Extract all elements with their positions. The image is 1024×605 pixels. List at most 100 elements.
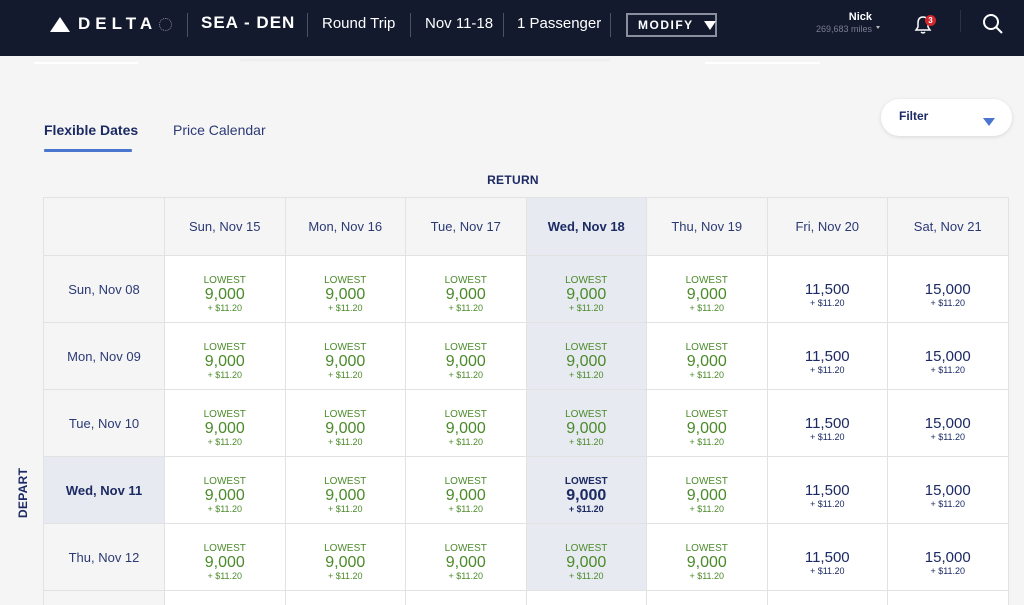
return-date-header: Sun, Nov 15 [164,197,286,256]
fare-cell[interactable]: 15,000 + $11.20 [887,456,1009,524]
fare-miles: 9,000 [204,286,245,303]
chevron-down-icon[interactable] [876,26,880,29]
grid-cell-empty [766,590,888,605]
return-axis-label: RETURN [487,173,539,187]
fare-miles: 11,500 [804,347,850,365]
tab-flexible-dates[interactable]: Flexible Dates [44,122,138,138]
fare-fee: + $11.20 [327,370,363,380]
grid-cell-empty [284,590,406,605]
fare-fee: + $11.20 [809,565,845,576]
fare-cell[interactable]: LOWEST 9,000 + $11.20 [525,389,647,457]
fare-cell[interactable]: LOWEST 9,000 + $11.20 [405,523,527,591]
lowest-fare-tag: LOWEST [444,275,487,286]
delta-logo[interactable]: DELTA [50,14,173,34]
fare-miles: 9,000 [204,420,245,437]
lowest-fare-tag: LOWEST [203,275,246,286]
fare-miles: 9,000 [566,286,607,303]
fare-cell[interactable]: LOWEST 9,000 + $11.20 [646,389,768,457]
top-nav-bar: DELTA SEA - DEN Round Trip Nov 11-18 1 P… [0,0,1024,56]
fare-miles: 9,000 [445,554,486,571]
lowest-fare-tag: LOWEST [685,476,728,487]
fare-miles: 9,000 [325,286,366,303]
grid-row: Tue, Nov 10 LOWEST 9,000 + $11.20 LOWEST 9,00… [43,389,1009,457]
fare-cell[interactable]: LOWEST 9,000 + $11.20 [646,255,768,323]
modify-search-button[interactable]: MODIFY [626,13,717,37]
fare-cell[interactable]: LOWEST 9,000 + $11.20 [284,456,406,524]
fare-cell[interactable]: 11,500 + $11.20 [766,389,888,457]
fare-miles: 9,000 [686,286,727,303]
strip-shadow [240,59,610,63]
fare-fee: + $11.20 [809,431,845,442]
grid-corner [43,197,165,256]
fare-cell[interactable]: LOWEST 9,000 + $11.20 [646,456,768,524]
fare-miles: 9,000 [566,420,607,437]
lowest-fare-tag: LOWEST [685,409,728,420]
divider [187,13,188,37]
fare-fee: + $11.20 [327,571,363,581]
fare-fee: + $11.20 [448,504,484,514]
fare-miles: 9,000 [686,420,727,437]
fare-fee: + $11.20 [327,504,363,514]
fare-cell[interactable]: 11,500 + $11.20 [766,456,888,524]
grid-cell-empty [887,590,1009,605]
lowest-fare-tag: LOWEST [324,275,367,286]
fare-cell[interactable]: LOWEST 9,000 + $11.20 [164,322,286,390]
fare-fee: + $11.20 [930,431,966,442]
fare-cell[interactable]: LOWEST 9,000 + $11.20 [646,322,768,390]
lowest-fare-tag: LOWEST [685,275,728,286]
fare-cell[interactable]: LOWEST 9,000 + $11.20 [525,322,647,390]
fare-cell[interactable]: LOWEST 9,000 + $11.20 [525,255,647,323]
fare-cell[interactable]: LOWEST 9,000 + $11.20 [646,523,768,591]
lowest-fare-tag: LOWEST [324,409,367,420]
fare-miles: 9,000 [325,487,366,504]
fare-cell[interactable]: 15,000 + $11.20 [887,389,1009,457]
fare-miles: 11,500 [804,414,850,432]
fare-cell[interactable]: LOWEST 9,000 + $11.20 [164,255,286,323]
fare-fee: + $11.20 [568,504,604,514]
divider [503,13,504,37]
divider [610,13,611,37]
fare-cell[interactable]: 15,000 + $11.20 [887,322,1009,390]
fare-cell[interactable]: LOWEST 9,000 + $11.20 [284,389,406,457]
fare-miles: 9,000 [566,487,607,504]
lowest-fare-tag: LOWEST [324,543,367,554]
fare-miles: 9,000 [445,286,486,303]
fare-cell[interactable]: LOWEST 9,000 + $11.20 [164,523,286,591]
filter-dropdown[interactable]: Filter [881,99,1012,136]
lowest-fare-tag: LOWEST [565,409,608,420]
user-account-menu[interactable]: Nick 269,683 miles [816,11,872,34]
return-date-header: Sat, Nov 21 [887,197,1009,256]
depart-date-header: Thu, Nov 12 [43,523,165,591]
fare-miles: 9,000 [204,554,245,571]
grid-cell-empty [405,590,527,605]
fare-cell[interactable]: LOWEST 9,000 + $11.20 [405,389,527,457]
depart-date-header: Sun, Nov 08 [43,255,165,323]
fare-cell[interactable]: LOWEST 9,000 + $11.20 [164,389,286,457]
fare-cell[interactable]: LOWEST 9,000 + $11.20 [284,523,406,591]
fare-cell[interactable]: 11,500 + $11.20 [766,523,888,591]
fare-cell[interactable]: LOWEST 9,000 + $11.20 [164,456,286,524]
fare-cell[interactable]: LOWEST 9,000 + $11.20 [284,322,406,390]
fare-miles: 9,000 [445,487,486,504]
fare-cell-selected[interactable]: LOWEST 9,000 + $11.20 [525,456,647,524]
fare-fee: + $11.20 [689,437,725,447]
fare-cell[interactable]: LOWEST 9,000 + $11.20 [525,523,647,591]
fare-cell[interactable]: LOWEST 9,000 + $11.20 [405,456,527,524]
depart-date-header: Tue, Nov 10 [43,389,165,457]
tab-price-calendar[interactable]: Price Calendar [173,122,266,138]
fare-cell[interactable]: LOWEST 9,000 + $11.20 [405,255,527,323]
fare-fee: + $11.20 [568,571,604,581]
fare-miles: 9,000 [566,353,607,370]
fare-cell[interactable]: LOWEST 9,000 + $11.20 [405,322,527,390]
lowest-fare-tag: LOWEST [203,409,246,420]
fare-cell[interactable]: 11,500 + $11.20 [766,255,888,323]
search-icon[interactable] [982,13,1004,35]
fare-miles: 9,000 [566,554,607,571]
fare-cell[interactable]: 11,500 + $11.20 [766,322,888,390]
return-date-header: Thu, Nov 19 [646,197,768,256]
flexible-dates-grid: Sun, Nov 15 Mon, Nov 16 Tue, Nov 17 Wed,… [43,197,1009,605]
fare-cell[interactable]: 15,000 + $11.20 [887,255,1009,323]
fare-cell[interactable]: 15,000 + $11.20 [887,523,1009,591]
lowest-fare-tag: LOWEST [565,275,608,286]
fare-cell[interactable]: LOWEST 9,000 + $11.20 [284,255,406,323]
